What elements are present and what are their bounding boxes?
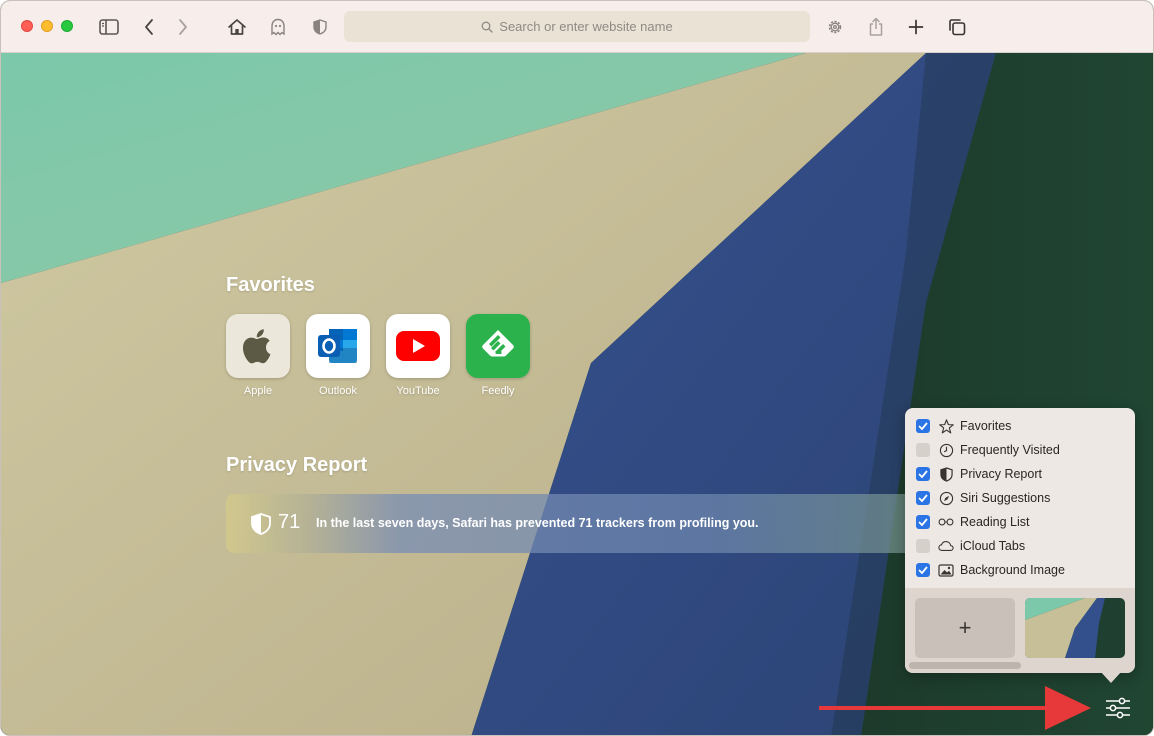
new-tab-button[interactable] <box>902 13 930 41</box>
minimize-window-button[interactable] <box>41 20 53 32</box>
privacy-shield-icon <box>313 19 327 35</box>
settings-button[interactable] <box>821 13 849 41</box>
youtube-tile <box>386 314 450 378</box>
privacy-report-card[interactable]: 71 In the last seven days, Safari has pr… <box>226 494 916 553</box>
option-privacy-report[interactable]: Privacy Report <box>916 464 1042 484</box>
option-siri-suggestions[interactable]: Siri Suggestions <box>916 488 1050 508</box>
shield-icon <box>251 513 271 535</box>
privacy-message: In the last seven days, Safari has preve… <box>316 516 759 530</box>
siri-suggestions-checkbox[interactable] <box>916 491 930 505</box>
tab-overview-button[interactable] <box>943 13 971 41</box>
outlook-tile <box>306 314 370 378</box>
option-background-image[interactable]: Background Image <box>916 560 1065 580</box>
favorite-youtube[interactable]: YouTube <box>386 314 450 397</box>
sidebar-icon <box>99 19 119 35</box>
forward-button[interactable] <box>169 13 197 41</box>
sliders-icon <box>1106 697 1130 719</box>
close-window-button[interactable] <box>21 20 33 32</box>
background-thumbnail[interactable] <box>1025 598 1125 658</box>
favorite-apple[interactable]: Apple <box>226 314 290 397</box>
cloud-icon <box>938 541 954 551</box>
zoom-window-button[interactable] <box>61 20 73 32</box>
toolbar: Search or enter website name <box>1 1 1153 53</box>
address-placeholder: Search or enter website name <box>499 19 673 34</box>
background-thumbnail-image <box>1025 598 1125 658</box>
back-button[interactable] <box>135 13 163 41</box>
option-favorites[interactable]: Favorites <box>916 416 1011 436</box>
apple-icon <box>242 329 271 364</box>
star-icon <box>938 418 954 433</box>
favorite-feedly[interactable]: Feedly <box>466 314 530 397</box>
privacy-report-button[interactable] <box>306 13 334 41</box>
outlook-icon <box>318 329 357 363</box>
customize-start-page-popover: Favorites Frequently Visited Privacy Rep… <box>905 408 1135 683</box>
tracker-count: 71 <box>278 511 301 533</box>
option-reading-list[interactable]: Reading List <box>916 512 1030 532</box>
home-button[interactable] <box>223 13 251 41</box>
shield-icon <box>939 466 953 482</box>
favorites-checkbox[interactable] <box>916 419 930 433</box>
option-label: Frequently Visited <box>960 443 1060 457</box>
address-bar[interactable]: Search or enter website name <box>344 11 810 42</box>
background-picker: + <box>905 588 1135 673</box>
safari-window: Search or enter website name Favorites A… <box>0 0 1154 736</box>
forward-icon <box>179 19 187 35</box>
clock-icon <box>939 443 953 457</box>
tabs-overview-icon <box>949 19 966 36</box>
annotation-arrow <box>819 686 1091 730</box>
photo-icon <box>938 563 954 577</box>
favorite-outlook[interactable]: Outlook <box>306 314 370 397</box>
background-image-checkbox[interactable] <box>916 563 930 577</box>
option-label: Favorites <box>960 419 1012 433</box>
share-icon <box>869 17 883 36</box>
privacy-report-checkbox[interactable] <box>916 467 930 481</box>
glasses-icon <box>938 518 954 526</box>
option-label: iCloud Tabs <box>960 539 1026 553</box>
ghostery-extension-button[interactable] <box>264 13 292 41</box>
home-icon <box>228 19 246 35</box>
back-icon <box>145 19 153 35</box>
search-icon <box>481 21 493 33</box>
ghostery-icon <box>271 18 285 35</box>
favorite-label: YouTube <box>396 385 440 397</box>
sidebar-toggle-button[interactable] <box>95 13 123 41</box>
option-frequently-visited[interactable]: Frequently Visited <box>916 440 1060 460</box>
favorite-label: Outlook <box>319 385 357 397</box>
option-icloud-tabs[interactable]: iCloud Tabs <box>916 536 1025 556</box>
icloud-tabs-checkbox[interactable] <box>916 539 930 553</box>
customize-start-page-button[interactable] <box>1103 693 1133 723</box>
reading-list-checkbox[interactable] <box>916 515 930 529</box>
option-label: Reading List <box>960 515 1030 529</box>
favorite-label: Apple <box>243 385 273 397</box>
option-label: Siri Suggestions <box>960 491 1051 505</box>
feedly-tile <box>466 314 530 378</box>
popover-arrow <box>1100 671 1122 683</box>
compass-icon <box>939 491 953 505</box>
option-label: Background Image <box>960 563 1065 577</box>
settings-icon <box>828 20 842 34</box>
option-label: Privacy Report <box>960 467 1042 481</box>
favorites-title: Favorites <box>226 274 315 296</box>
frequently-visited-checkbox[interactable] <box>916 443 930 457</box>
apple-tile <box>226 314 290 378</box>
new-tab-icon <box>908 19 924 35</box>
feedly-icon <box>482 330 514 357</box>
add-background-button[interactable]: + <box>915 598 1015 658</box>
privacy-report-title: Privacy Report <box>226 454 368 476</box>
favorite-label: Feedly <box>481 385 515 397</box>
youtube-icon <box>396 331 440 361</box>
picker-scrollbar[interactable] <box>909 662 1021 669</box>
share-button[interactable] <box>862 13 890 41</box>
